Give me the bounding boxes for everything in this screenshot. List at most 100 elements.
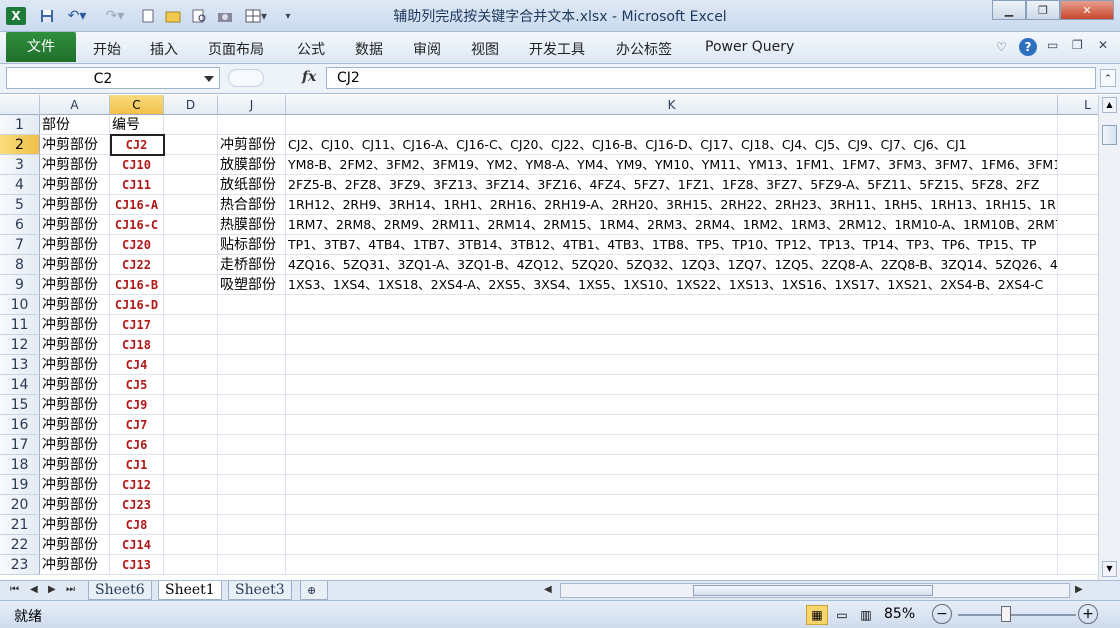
minimize-button[interactable]: ▁ xyxy=(992,0,1026,20)
cell-a[interactable]: 冲剪部份 xyxy=(40,535,110,555)
cell-d[interactable] xyxy=(164,115,218,135)
row-header[interactable]: 22 xyxy=(0,535,40,555)
row-header[interactable]: 16 xyxy=(0,415,40,435)
cell-c[interactable]: CJ9 xyxy=(110,395,164,415)
cell-d[interactable] xyxy=(164,135,218,155)
expand-formula-icon[interactable]: ⌃ xyxy=(1100,69,1116,87)
cell-a[interactable]: 冲剪部份 xyxy=(40,335,110,355)
cell-a[interactable]: 冲剪部份 xyxy=(40,295,110,315)
column-header-j[interactable]: J xyxy=(218,95,286,115)
cell-c[interactable]: CJ16-A xyxy=(110,195,164,215)
cell-l[interactable] xyxy=(1058,495,1098,515)
column-header-c[interactable]: C xyxy=(110,95,164,115)
column-header-l[interactable]: L xyxy=(1058,95,1098,115)
cell-l[interactable] xyxy=(1058,415,1098,435)
cell-d[interactable] xyxy=(164,515,218,535)
cell-l[interactable] xyxy=(1058,335,1098,355)
cell-k[interactable] xyxy=(286,315,1058,335)
cell-k[interactable] xyxy=(286,295,1058,315)
tab-view[interactable]: 视图 xyxy=(471,39,499,59)
cell-c[interactable]: CJ22 xyxy=(110,255,164,275)
cell-k[interactable]: TP1、3TB7、4TB4、1TB7、3TB14、3TB12、4TB1、4TB3… xyxy=(286,235,1058,255)
worksheet-grid[interactable]: A C D J K L 1 部份 编号 2 冲剪部份 CJ2 冲剪部份 CJ2、CJ10、CJ… xyxy=(0,95,1098,580)
cell-k[interactable]: YM8-B、2FM2、3FM2、3FM19、YM2、YM8-A、YM4、YM9、… xyxy=(286,155,1058,175)
cell-l[interactable] xyxy=(1058,515,1098,535)
row-header[interactable]: 6 xyxy=(0,215,40,235)
sheet-tab-sheet1[interactable]: Sheet1 xyxy=(158,581,222,600)
cell-a[interactable]: 冲剪部份 xyxy=(40,255,110,275)
cell-c[interactable]: CJ4 xyxy=(110,355,164,375)
cell-d[interactable] xyxy=(164,415,218,435)
row-header[interactable]: 12 xyxy=(0,335,40,355)
page-break-view-icon[interactable]: ▥ xyxy=(855,605,877,625)
cell-c[interactable]: CJ5 xyxy=(110,375,164,395)
cell-j[interactable]: 冲剪部份 xyxy=(218,135,286,155)
cell-j[interactable] xyxy=(218,395,286,415)
restore-button[interactable]: ❐ xyxy=(1026,0,1060,20)
cell-a[interactable]: 冲剪部份 xyxy=(40,315,110,335)
cell-j[interactable]: 放膜部份 xyxy=(218,155,286,175)
row-header[interactable]: 5 xyxy=(0,195,40,215)
scroll-down-icon[interactable]: ▼ xyxy=(1102,561,1117,577)
cell-l[interactable] xyxy=(1058,395,1098,415)
cell-l[interactable] xyxy=(1058,255,1098,275)
cell-a[interactable]: 冲剪部份 xyxy=(40,215,110,235)
tab-power-query[interactable]: Power Query xyxy=(705,39,794,55)
row-header[interactable]: 7 xyxy=(0,235,40,255)
cell-d[interactable] xyxy=(164,475,218,495)
cell-c[interactable]: CJ13 xyxy=(110,555,164,575)
close-button[interactable]: ✕ xyxy=(1060,0,1114,20)
cell-c[interactable]: CJ17 xyxy=(110,315,164,335)
cell-l[interactable] xyxy=(1058,235,1098,255)
new-sheet-icon[interactable]: ⊕ xyxy=(300,581,328,600)
cell-a[interactable]: 冲剪部份 xyxy=(40,435,110,455)
cell-j[interactable] xyxy=(218,415,286,435)
cell-c[interactable]: CJ23 xyxy=(110,495,164,515)
cell-l[interactable] xyxy=(1058,115,1098,135)
cell-k[interactable]: 1XS3、1XS4、1XS18、2XS4-A、2XS5、3XS4、1XS5、1X… xyxy=(286,275,1058,295)
cell-d[interactable] xyxy=(164,295,218,315)
tab-insert[interactable]: 插入 xyxy=(150,39,178,59)
column-header-a[interactable]: A xyxy=(40,95,110,115)
cell-a[interactable]: 冲剪部份 xyxy=(40,395,110,415)
cell-k[interactable] xyxy=(286,515,1058,535)
cell-d[interactable] xyxy=(164,255,218,275)
cell-a[interactable]: 冲剪部份 xyxy=(40,155,110,175)
cell-a[interactable]: 冲剪部份 xyxy=(40,515,110,535)
cell-j[interactable] xyxy=(218,115,286,135)
cell-l[interactable] xyxy=(1058,435,1098,455)
row-header[interactable]: 10 xyxy=(0,295,40,315)
cell-c[interactable]: CJ12 xyxy=(110,475,164,495)
row-header[interactable]: 18 xyxy=(0,455,40,475)
row-header[interactable]: 19 xyxy=(0,475,40,495)
row-header[interactable]: 20 xyxy=(0,495,40,515)
cell-j[interactable] xyxy=(218,375,286,395)
cell-l[interactable] xyxy=(1058,535,1098,555)
cell-c[interactable]: CJ2 xyxy=(110,135,164,155)
cell-l[interactable] xyxy=(1058,155,1098,175)
cell-l[interactable] xyxy=(1058,375,1098,395)
cell-c[interactable]: 编号 xyxy=(110,115,164,135)
zoom-slider-track[interactable] xyxy=(958,614,1076,616)
scroll-thumb[interactable] xyxy=(1102,125,1117,145)
formula-expand-handle[interactable] xyxy=(228,69,264,87)
cell-j[interactable]: 热膜部份 xyxy=(218,215,286,235)
cell-a[interactable]: 冲剪部份 xyxy=(40,235,110,255)
cell-l[interactable] xyxy=(1058,195,1098,215)
cell-a[interactable]: 部份 xyxy=(40,115,110,135)
tab-home[interactable]: 开始 xyxy=(93,39,121,59)
name-box[interactable]: C2 xyxy=(6,67,220,89)
doc-close-icon[interactable]: ✕ xyxy=(1098,38,1108,52)
cell-k[interactable] xyxy=(286,415,1058,435)
cell-d[interactable] xyxy=(164,535,218,555)
cell-l[interactable] xyxy=(1058,555,1098,575)
cell-d[interactable] xyxy=(164,195,218,215)
cell-l[interactable] xyxy=(1058,455,1098,475)
tab-data[interactable]: 数据 xyxy=(355,39,383,59)
zoom-out-icon[interactable]: − xyxy=(932,604,952,624)
row-header[interactable]: 17 xyxy=(0,435,40,455)
cell-j[interactable] xyxy=(218,455,286,475)
zoom-level[interactable]: 85% xyxy=(884,606,915,622)
first-sheet-icon[interactable]: ⏮ xyxy=(10,584,19,595)
zoom-slider-thumb[interactable] xyxy=(1001,606,1011,622)
